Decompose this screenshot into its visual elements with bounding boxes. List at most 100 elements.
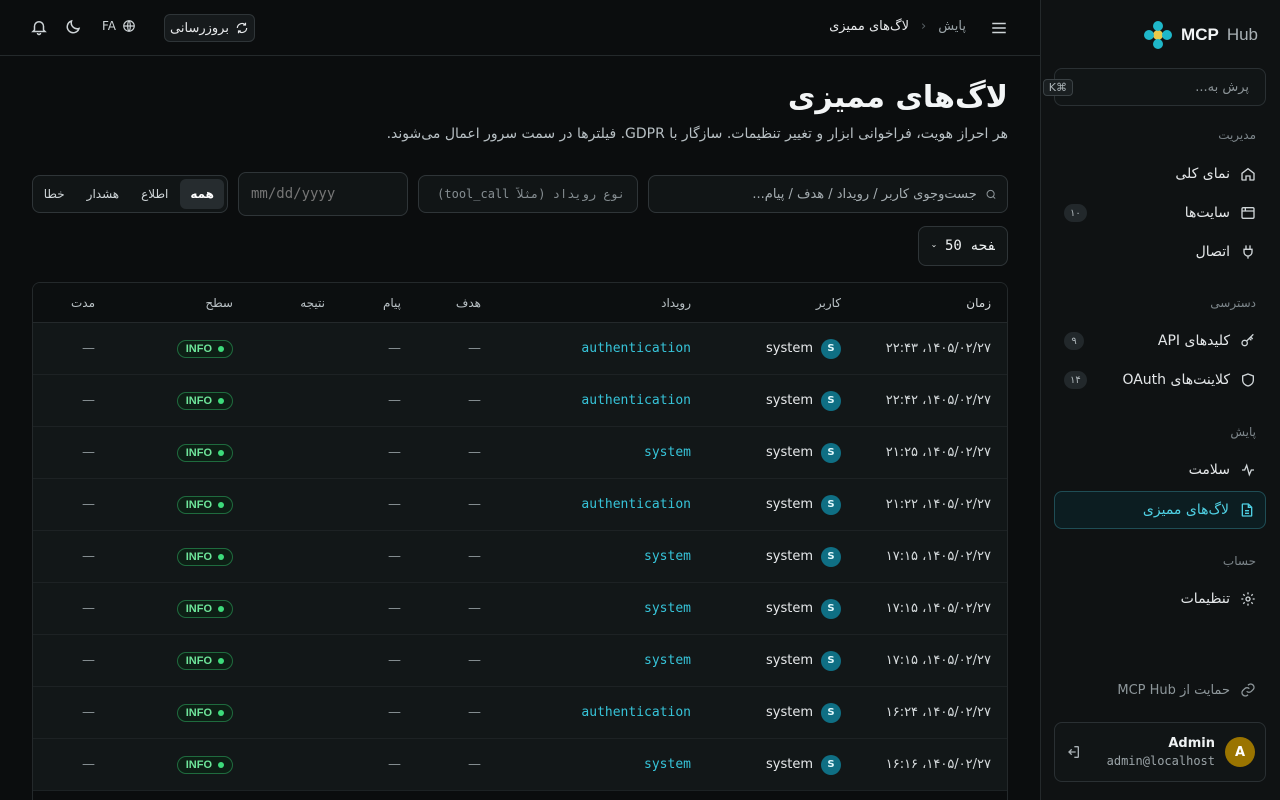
event-label[interactable]: system bbox=[644, 653, 691, 668]
table-row[interactable]: ۱۴۰۵/۰۲/۲۷، ۱۶:۱۶ S system system — — IN… bbox=[33, 739, 1007, 791]
cell-message: — bbox=[388, 393, 401, 408]
sidebar-search[interactable]: ⌘K bbox=[1042, 68, 1266, 106]
level-tab-warning[interactable]: هشدار bbox=[77, 179, 129, 209]
header-level[interactable]: سطح bbox=[121, 296, 251, 310]
per-page-value: 50 در صفحه bbox=[944, 238, 995, 254]
cell-event: authentication bbox=[521, 705, 691, 720]
sidebar-item-api-keys[interactable]: کلیدهای API ۹ bbox=[1054, 322, 1266, 360]
cell-duration: — bbox=[82, 757, 95, 772]
sidebar-item-health[interactable]: سلامت bbox=[1054, 451, 1266, 489]
sidebar-item-sites[interactable]: سایت‌ها ۱۰ bbox=[1054, 194, 1266, 232]
header-result[interactable]: نتیجه bbox=[251, 296, 325, 310]
breadcrumb-current: لاگ‌های ممیزی bbox=[829, 19, 910, 34]
header-user[interactable]: کاربر bbox=[691, 296, 841, 310]
level-badge: INFO bbox=[176, 547, 233, 566]
audit-log-table: زمان کاربر رویداد هدف پیام نتیجه سطح مدت… bbox=[32, 282, 1008, 800]
level-tab-error[interactable]: خطا bbox=[34, 179, 75, 209]
cell-user: S system bbox=[691, 598, 841, 619]
level-tab-info[interactable]: اطلاع bbox=[131, 179, 178, 209]
level-badge: INFO bbox=[176, 599, 233, 618]
event-label[interactable]: authentication bbox=[581, 341, 691, 356]
user-label: system bbox=[766, 549, 813, 564]
logout-icon[interactable] bbox=[1065, 744, 1081, 760]
refresh-label: بروزرسانی bbox=[170, 20, 229, 35]
date-filter[interactable] bbox=[238, 172, 408, 216]
table-row[interactable]: ۱۴۰۵/۰۲/۲۷، ۲۱:۲۵ S system system — — IN… bbox=[33, 427, 1007, 479]
brand-logo[interactable]: MCP Hub bbox=[1143, 20, 1258, 50]
table-row[interactable]: ۱۴۰۵/۰۲/۲۷، ۱۷:۱۵ S system system — — IN… bbox=[33, 635, 1007, 687]
cell-target: — bbox=[468, 653, 481, 668]
sidebar-item-audit-logs[interactable]: لاگ‌های ممیزی bbox=[1054, 491, 1266, 529]
refresh-button[interactable]: بروزرسانی bbox=[164, 14, 255, 42]
cell-time: ۱۴۰۵/۰۲/۲۷، ۱۶:۲۴ bbox=[885, 705, 991, 720]
status-dot-icon bbox=[218, 345, 224, 352]
sidebar-search-input[interactable] bbox=[1079, 79, 1249, 95]
cell-event: authentication bbox=[521, 393, 691, 408]
table-row[interactable]: ۱۴۰۵/۰۲/۲۷، ۱۷:۱۵ S system system — — IN… bbox=[33, 583, 1007, 635]
cell-target: — bbox=[468, 549, 481, 564]
table-row[interactable]: ۱۴۰۵/۰۲/۲۷، ۲۲:۴۲ S system authenticatio… bbox=[33, 375, 1007, 427]
cell-time: ۱۴۰۵/۰۲/۲۷، ۱۶:۱۶ bbox=[885, 757, 991, 772]
nav-group-title-account: حساب bbox=[1222, 554, 1256, 568]
event-label[interactable]: system bbox=[644, 445, 691, 460]
table-row[interactable]: ۱۴۰۵/۰۲/۲۷، ۱۶:۲۴ S system authenticatio… bbox=[33, 687, 1007, 739]
cell-duration: — bbox=[82, 653, 95, 668]
cell-message: — bbox=[388, 497, 401, 512]
user-label: system bbox=[766, 497, 813, 512]
cell-time: ۱۴۰۵/۰۲/۲۷، ۲۱:۲۲ bbox=[885, 497, 991, 512]
cell-target: — bbox=[468, 757, 481, 772]
cell-duration: — bbox=[82, 393, 95, 408]
count-badge: ۹ bbox=[1064, 332, 1084, 350]
header-time[interactable]: زمان bbox=[841, 296, 1007, 310]
event-label[interactable]: authentication bbox=[581, 705, 691, 720]
hub-logo-icon bbox=[1144, 21, 1173, 49]
sidebar-item-label: کلاینت‌های OAuth bbox=[1122, 372, 1230, 388]
table-row[interactable]: ۱۴۰۵/۰۲/۲۷، ۲۱:۲۲ S system authenticatio… bbox=[33, 479, 1007, 531]
cell-event: system bbox=[521, 601, 691, 616]
bell-icon[interactable] bbox=[30, 18, 48, 36]
log-search[interactable] bbox=[648, 175, 1008, 213]
support-link[interactable]: حمایت از MCP Hub bbox=[1117, 682, 1256, 698]
level-badge: INFO bbox=[176, 443, 233, 462]
header-target[interactable]: هدف bbox=[411, 296, 521, 310]
event-label[interactable]: system bbox=[644, 549, 691, 564]
header-duration[interactable]: مدت bbox=[33, 296, 121, 310]
level-tab-all[interactable]: همه bbox=[180, 179, 224, 209]
cell-user: S system bbox=[691, 494, 841, 515]
breadcrumb-parent[interactable]: پایش bbox=[938, 19, 966, 34]
log-search-input[interactable] bbox=[659, 186, 977, 202]
menu-icon[interactable] bbox=[990, 19, 1008, 37]
sidebar-item-connection[interactable]: اتصال bbox=[1054, 233, 1266, 271]
per-page-select[interactable]: 50 در صفحه bbox=[918, 226, 1008, 266]
table-row[interactable]: ۱۴۰۵/۰۲/۲۷، ۲۲:۴۳ S system authenticatio… bbox=[33, 323, 1007, 375]
language-switcher[interactable]: FA bbox=[102, 19, 136, 33]
cell-level: INFO bbox=[121, 703, 251, 722]
event-label[interactable]: authentication bbox=[581, 393, 691, 408]
date-input[interactable] bbox=[251, 186, 395, 202]
event-label[interactable]: system bbox=[644, 601, 691, 616]
sidebar-item-label: لاگ‌های ممیزی bbox=[1142, 502, 1229, 518]
header-event[interactable]: رویداد bbox=[521, 296, 691, 310]
cell-target: — bbox=[468, 601, 481, 616]
sidebar-item-settings[interactable]: تنظیمات bbox=[1054, 580, 1266, 618]
cell-user: S system bbox=[691, 754, 841, 775]
level-badge: INFO bbox=[176, 339, 233, 358]
table-row[interactable]: ۱۴۰۵/۰۲/۲۷، ۱۷:۱۵ S system system — — IN… bbox=[33, 531, 1007, 583]
event-type-input[interactable] bbox=[431, 187, 625, 201]
language-label: FA bbox=[102, 19, 117, 33]
event-type-filter[interactable] bbox=[418, 175, 638, 213]
moon-icon[interactable] bbox=[64, 18, 82, 36]
brand-name: MCP bbox=[1181, 25, 1219, 44]
header-message[interactable]: پیام bbox=[325, 296, 411, 310]
status-dot-icon bbox=[218, 657, 224, 664]
sidebar-item-label: نمای کلی bbox=[1175, 166, 1230, 182]
level-label: INFO bbox=[185, 706, 212, 719]
event-label[interactable]: system bbox=[644, 757, 691, 772]
chevron-down-icon bbox=[932, 244, 936, 248]
sidebar-item-overview[interactable]: نمای کلی bbox=[1054, 155, 1266, 193]
cell-level: INFO bbox=[121, 339, 251, 358]
event-label[interactable]: authentication bbox=[581, 497, 691, 512]
level-label: INFO bbox=[185, 394, 212, 407]
refresh-icon bbox=[236, 22, 248, 34]
sidebar-item-oauth-clients[interactable]: کلاینت‌های OAuth ۱۴ bbox=[1054, 361, 1266, 399]
